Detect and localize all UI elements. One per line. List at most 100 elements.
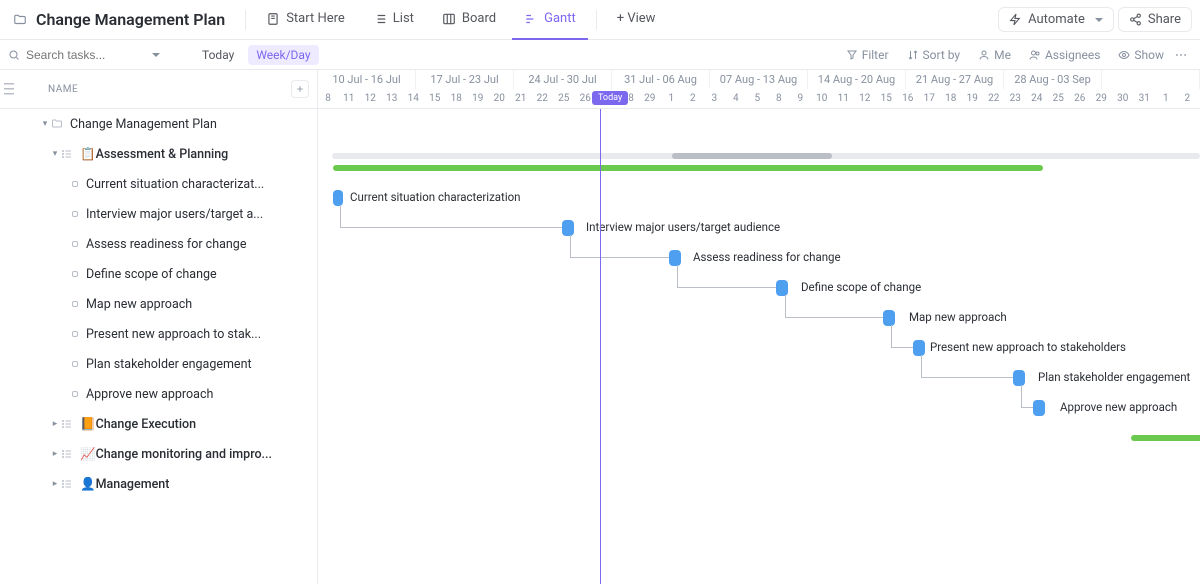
sortby-button[interactable]: Sort by bbox=[907, 48, 961, 62]
week-cell: 21 Aug - 27 Aug bbox=[906, 70, 1004, 89]
me-button[interactable]: Me bbox=[978, 48, 1011, 62]
expand-caret-icon[interactable]: ▸ bbox=[50, 449, 60, 459]
tree-row[interactable]: ▸👤Management bbox=[0, 469, 317, 499]
task-status-icon[interactable] bbox=[72, 211, 78, 217]
search-input[interactable] bbox=[26, 48, 146, 62]
day-cell: 19 bbox=[962, 89, 984, 108]
day-cell: 29 bbox=[639, 89, 661, 108]
automate-label: Automate bbox=[1028, 12, 1085, 27]
task-bar-label: Present new approach to stakeholders bbox=[930, 340, 1126, 354]
tree-row[interactable]: ▾📋Assessment & Planning bbox=[0, 139, 317, 169]
tree-row[interactable]: Assess readiness for change bbox=[0, 229, 317, 259]
tab-board-label: Board bbox=[462, 11, 496, 26]
more-icon[interactable] bbox=[1170, 44, 1192, 66]
tree-row[interactable]: Plan stakeholder engagement bbox=[0, 349, 317, 379]
task-tree: ▾Change Management Plan▾📋Assessment & Pl… bbox=[0, 109, 317, 584]
page-title: Change Management Plan bbox=[36, 10, 225, 29]
expand-caret-icon[interactable]: ▸ bbox=[50, 419, 60, 429]
task-status-icon[interactable] bbox=[72, 181, 78, 187]
gantt-body: Current situation characterizationInterv… bbox=[318, 109, 1200, 513]
filter-button[interactable]: Filter bbox=[846, 48, 889, 62]
tree-row[interactable]: Present new approach to stak... bbox=[0, 319, 317, 349]
weekday-toggle[interactable]: Week/Day bbox=[248, 45, 318, 65]
day-cell: 25 bbox=[1048, 89, 1070, 108]
task-bar[interactable] bbox=[883, 310, 895, 326]
task-bar-label: Assess readiness for change bbox=[693, 250, 841, 264]
task-bar[interactable] bbox=[1033, 400, 1045, 416]
tab-board[interactable]: Board bbox=[430, 0, 508, 40]
group-summary-bar[interactable] bbox=[333, 165, 1043, 171]
task-status-icon[interactable] bbox=[72, 331, 78, 337]
row-label: Present new approach to stak... bbox=[86, 327, 261, 342]
automate-button[interactable]: Automate bbox=[998, 7, 1114, 32]
task-bar-label: Plan stakeholder engagement bbox=[1038, 370, 1190, 384]
week-cell: 07 Aug - 13 Aug bbox=[710, 70, 808, 89]
today-marker: Today bbox=[592, 91, 628, 105]
share-button[interactable]: Share bbox=[1118, 7, 1192, 32]
task-status-icon[interactable] bbox=[72, 391, 78, 397]
list-icon bbox=[60, 417, 74, 431]
task-bar[interactable] bbox=[1013, 370, 1025, 386]
day-cell: 31 bbox=[1134, 89, 1156, 108]
tree-row[interactable]: Define scope of change bbox=[0, 259, 317, 289]
day-cell: 13 bbox=[381, 89, 403, 108]
task-status-icon[interactable] bbox=[72, 241, 78, 247]
day-cell: 25 bbox=[553, 89, 575, 108]
tab-list[interactable]: List bbox=[361, 0, 426, 40]
week-cell: 28 Aug - 03 Sep bbox=[1004, 70, 1102, 89]
folder-icon[interactable] bbox=[8, 8, 32, 32]
row-label: Assess readiness for change bbox=[86, 237, 246, 252]
task-bar[interactable] bbox=[562, 220, 574, 236]
tree-row[interactable]: ▾Change Management Plan bbox=[0, 109, 317, 139]
search-caret-icon[interactable] bbox=[152, 53, 160, 57]
day-cell: 22 bbox=[983, 89, 1005, 108]
tree-row[interactable]: Map new approach bbox=[0, 289, 317, 319]
day-cell: 10 bbox=[811, 89, 833, 108]
expand-caret-icon[interactable]: ▸ bbox=[50, 479, 60, 489]
filter-label: Filter bbox=[862, 48, 889, 62]
drag-handle-icon[interactable] bbox=[4, 83, 14, 95]
list-icon bbox=[60, 447, 74, 461]
add-column-button[interactable] bbox=[291, 80, 309, 98]
task-bar[interactable] bbox=[669, 250, 681, 266]
week-cell bbox=[1102, 70, 1200, 89]
week-cell: 17 Jul - 23 Jul bbox=[416, 70, 514, 89]
show-button[interactable]: Show bbox=[1118, 48, 1164, 62]
gantt-row: Assess readiness for change bbox=[318, 243, 1200, 273]
tab-addview[interactable]: + View bbox=[605, 0, 668, 40]
day-cell: 21 bbox=[510, 89, 532, 108]
tree-row[interactable]: Approve new approach bbox=[0, 379, 317, 409]
toolbar: Today Week/Day Filter Sort by Me Assigne… bbox=[0, 40, 1200, 70]
tree-row[interactable]: Interview major users/target a... bbox=[0, 199, 317, 229]
task-bar[interactable] bbox=[333, 190, 343, 206]
task-status-icon[interactable] bbox=[72, 271, 78, 277]
tree-row[interactable]: ▸ 📙Change Execution bbox=[0, 409, 317, 439]
day-cell: 20 bbox=[489, 89, 511, 108]
assignees-button[interactable]: Assignees bbox=[1029, 48, 1100, 62]
task-status-icon[interactable] bbox=[72, 361, 78, 367]
row-label: 📙Change Execution bbox=[80, 417, 196, 432]
day-cell: 15 bbox=[876, 89, 898, 108]
group-summary-bar[interactable] bbox=[1131, 435, 1200, 441]
day-cell: 8 bbox=[768, 89, 790, 108]
day-cell: 4 bbox=[725, 89, 747, 108]
gantt-row: Map new approach bbox=[318, 303, 1200, 333]
task-status-icon[interactable] bbox=[72, 301, 78, 307]
task-bar[interactable] bbox=[776, 280, 788, 296]
task-bar-label: Define scope of change bbox=[801, 280, 921, 294]
expand-caret-icon[interactable]: ▾ bbox=[40, 119, 50, 129]
task-bar-label: Map new approach bbox=[909, 310, 1007, 324]
week-row: 10 Jul - 16 Jul17 Jul - 23 Jul24 Jul - 3… bbox=[318, 70, 1200, 89]
task-bar[interactable] bbox=[913, 340, 925, 356]
sortby-label: Sort by bbox=[923, 48, 961, 62]
day-cell: 12 bbox=[854, 89, 876, 108]
tab-starthere[interactable]: Start Here bbox=[254, 0, 357, 40]
expand-caret-icon[interactable]: ▾ bbox=[50, 149, 60, 159]
tree-row[interactable]: Current situation characterizat... bbox=[0, 169, 317, 199]
tab-list-label: List bbox=[393, 11, 414, 26]
today-button[interactable]: Today bbox=[194, 45, 242, 65]
today-line bbox=[600, 109, 601, 584]
tree-row[interactable]: ▸📈Change monitoring and impro... bbox=[0, 439, 317, 469]
tab-gantt[interactable]: Gantt bbox=[512, 0, 588, 40]
list-icon bbox=[60, 147, 74, 161]
